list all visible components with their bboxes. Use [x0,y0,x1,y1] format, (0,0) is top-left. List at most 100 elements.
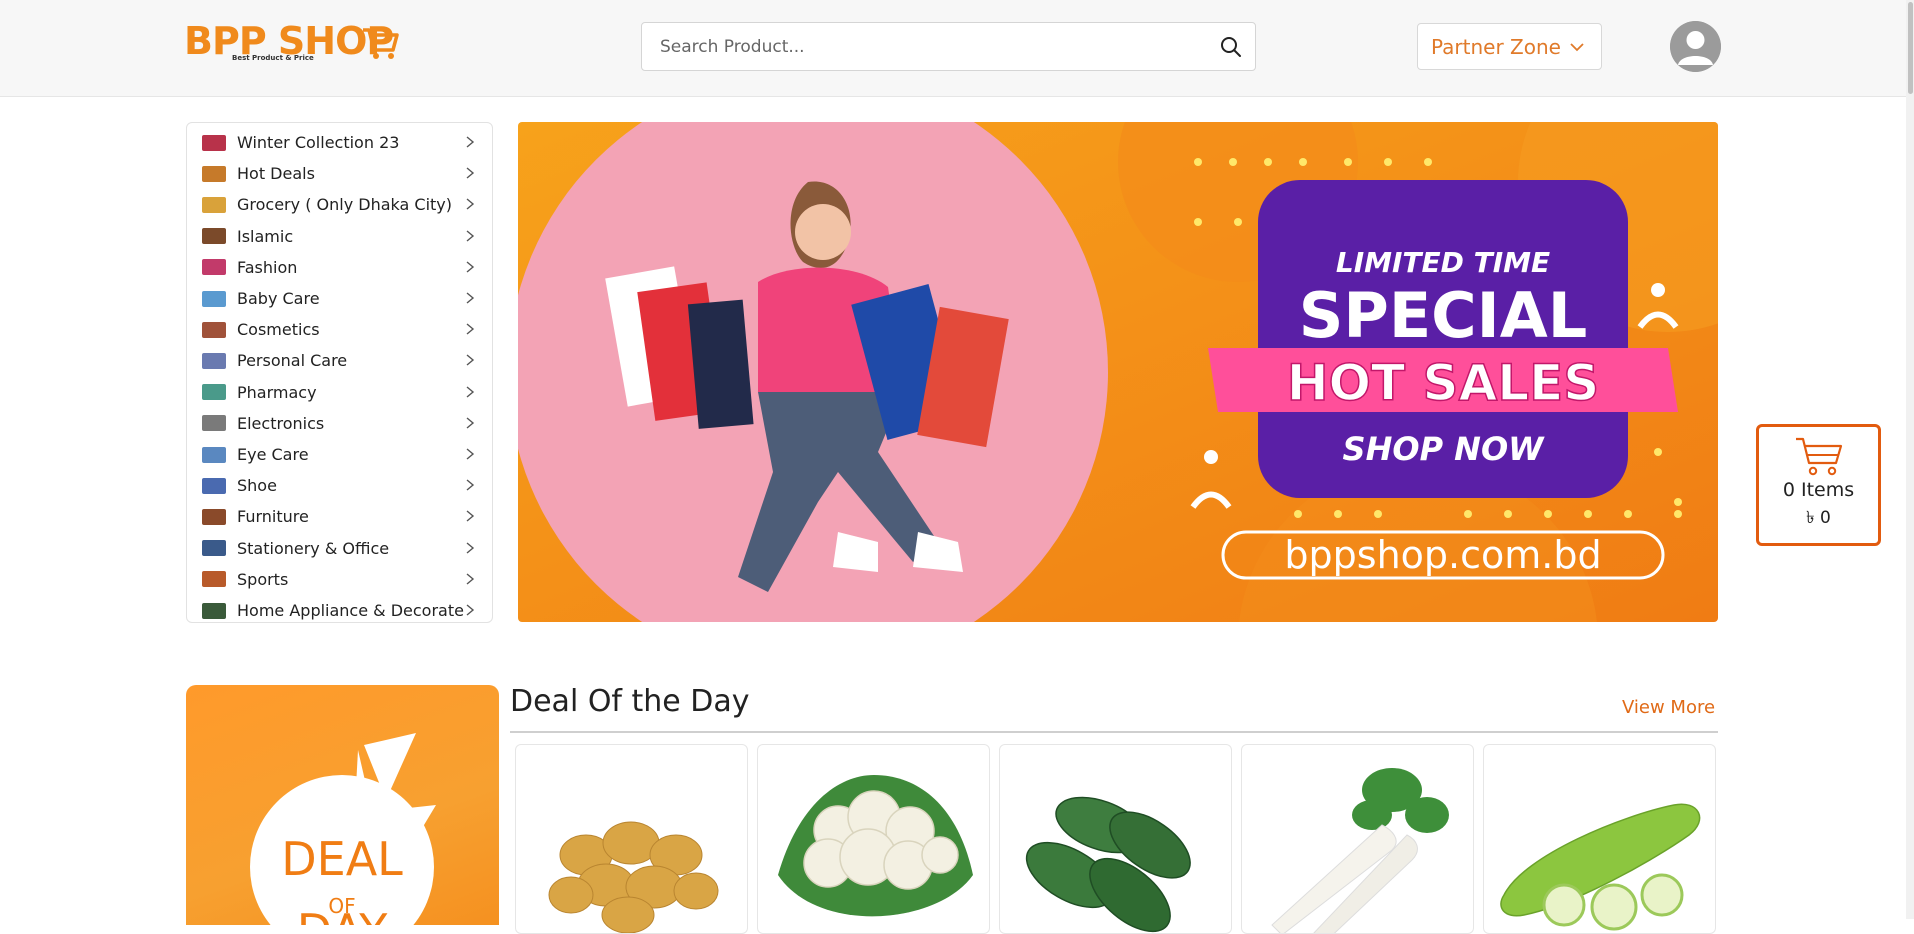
search-icon[interactable] [1219,35,1243,59]
islamic-icon [202,228,226,245]
category-label: Islamic [237,226,294,246]
bottle-gourd-image [1500,803,1701,931]
partner-zone-label: Partner Zone [1431,34,1561,59]
category-item[interactable]: Sports [187,564,492,595]
banner-image: LIMITED TIME SPECIAL HOT SALES SHOP NOW … [518,122,1718,622]
cart-icon [1795,437,1842,476]
category-item[interactable]: Pharmacy [187,377,492,408]
chevron-right-icon [466,542,475,554]
category-label: Pharmacy [237,382,317,402]
category-label: Sports [237,569,289,589]
category-item[interactable]: Grocery ( Only Dhaka City) [187,189,492,220]
shoe-icon [202,477,226,494]
chevron-right-icon [466,230,475,242]
category-item[interactable]: Stationery & Office [187,533,492,564]
category-label: Hot Deals [237,164,315,184]
cart-total: ৳ 0 [1806,508,1831,528]
electronics-icon [202,415,226,432]
deal-of-day-badge-card[interactable]: DEAL OF DAY [186,685,499,925]
chevron-right-icon [466,323,475,335]
category-label: Home Appliance & Decorate [237,601,464,620]
logo-cart-icon [363,28,399,59]
category-label: Fashion [237,257,298,277]
product-card-potato[interactable] [515,744,748,934]
user-avatar[interactable] [1670,21,1721,72]
baby-care-icon [202,290,226,307]
product-card-bottle-gourd[interactable] [1483,744,1716,934]
stationery-icon [202,540,226,557]
category-item[interactable]: Fashion [187,252,492,283]
chevron-right-icon [466,510,475,522]
chevron-right-icon [466,604,475,616]
chevron-right-icon [466,448,475,460]
chevron-right-icon [466,136,475,148]
category-item[interactable]: Electronics [187,408,492,439]
home-appliance-icon [202,602,226,619]
floating-cart[interactable]: 0 Items ৳ 0 [1756,424,1881,546]
search-input[interactable] [642,23,1202,70]
chevron-right-icon [466,573,475,585]
banner-line2: SPECIAL [1299,279,1588,352]
section-divider [510,731,1718,733]
category-item[interactable]: Furniture [187,501,492,532]
category-label: Winter Collection 23 [237,133,400,152]
banner-line4: SHOP NOW [1343,430,1546,468]
category-label: Furniture [237,507,309,527]
chevron-right-icon [466,292,475,304]
banner-line3: HOT SALES [1287,354,1600,412]
category-label: Cosmetics [237,320,320,340]
category-item[interactable]: Winter Collection 23 [187,127,492,158]
view-more-link[interactable]: View More [1622,697,1715,718]
page-scrollbar[interactable] [1906,0,1914,919]
category-item[interactable]: Islamic [187,221,492,252]
chevron-right-icon [466,354,475,366]
deal-badge-line1: DEAL [281,832,403,886]
site-logo[interactable]: BPP SHOP Best Product & Price [184,18,404,68]
product-card-radish[interactable] [1241,744,1474,934]
cart-item-count: 0 Items [1782,479,1855,501]
cauliflower-image [778,775,973,917]
category-item[interactable]: Eye Care [187,439,492,470]
product-card-cauliflower[interactable] [757,744,990,934]
scrollbar-thumb[interactable] [1908,2,1913,94]
category-label: Personal Care [237,351,348,371]
category-item[interactable]: Hot Deals [187,158,492,189]
category-label: Eye Care [237,445,309,464]
hot-deals-icon [202,165,226,182]
category-item[interactable]: Cosmetics [187,314,492,345]
banner-url: bppshop.com.bd [1284,533,1601,577]
site-header: BPP SHOP Best Product & Price Partner Zo… [0,0,1914,97]
fashion-icon [202,259,226,276]
deal-of-day-title: Deal Of the Day [510,684,750,719]
furniture-icon [202,508,226,525]
radish-image [1271,768,1449,933]
eye-care-icon [202,446,226,463]
user-icon [1670,21,1721,72]
partner-zone-dropdown[interactable]: Partner Zone [1417,23,1602,70]
search-box [641,22,1256,71]
pharmacy-icon [202,384,226,401]
grocery-icon [202,196,226,213]
category-label: Grocery ( Only Dhaka City) [237,195,452,215]
product-card-pointed-gourd[interactable] [999,744,1232,934]
chevron-down-icon [1570,42,1584,51]
pointed-gourd-image [1025,796,1191,933]
category-label: Electronics [237,413,325,433]
category-item[interactable]: Baby Care [187,283,492,314]
category-label: Baby Care [237,289,320,308]
category-label: Shoe [237,476,277,496]
chevron-right-icon [466,386,475,398]
sports-icon [202,571,226,588]
category-item[interactable]: Shoe [187,470,492,501]
hero-banner[interactable]: LIMITED TIME SPECIAL HOT SALES SHOP NOW … [518,122,1718,622]
category-item[interactable]: Personal Care [187,345,492,376]
chevron-right-icon [466,417,475,429]
deal-badge-line3: DAY [297,904,389,925]
logo-tagline: Best Product & Price [232,54,314,62]
category-item[interactable]: Home Appliance & Decorate [187,595,492,622]
category-label: Stationery & Office [237,538,390,558]
category-sidebar: Winter Collection 23 Hot Deals Grocery ( O… [186,122,493,623]
deal-of-day-graphic: DEAL OF DAY [250,733,436,925]
chevron-right-icon [466,479,475,491]
cosmetics-icon [202,321,226,338]
